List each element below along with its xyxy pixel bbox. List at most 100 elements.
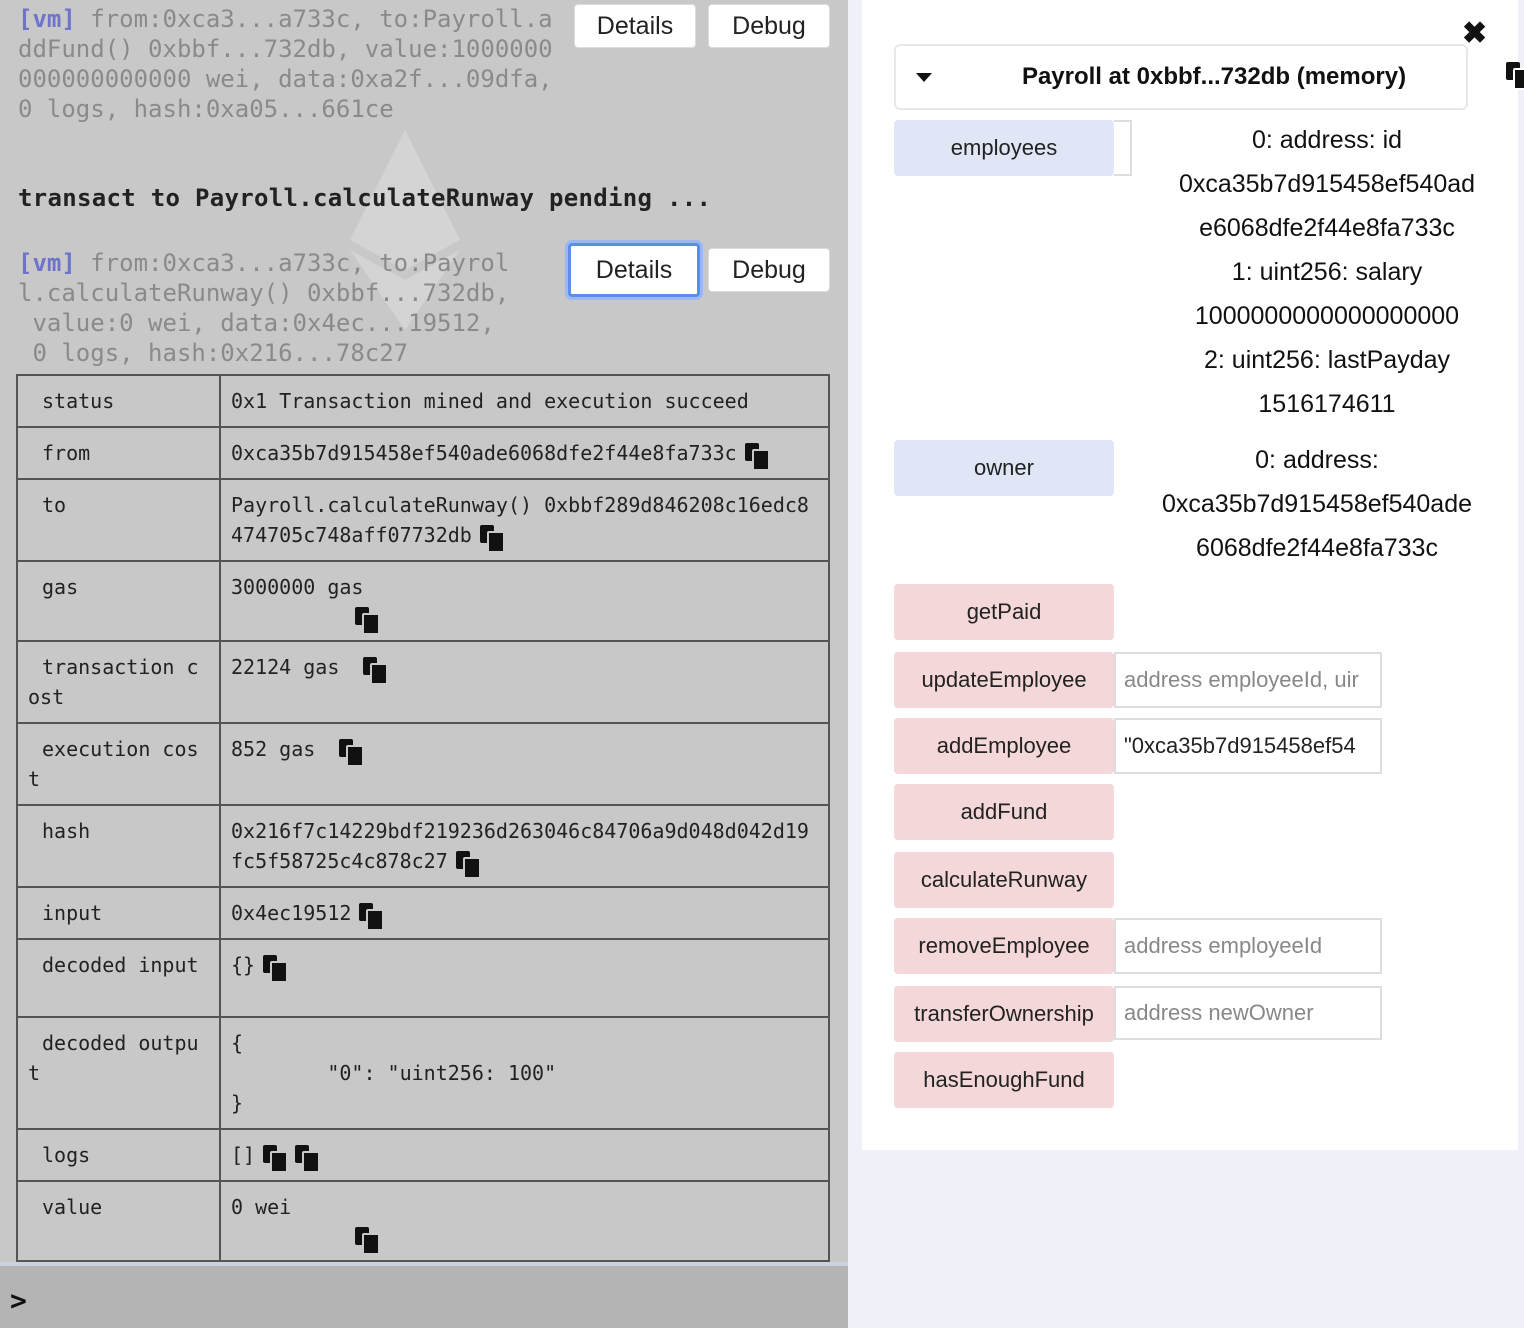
copy-icon[interactable] [455, 850, 481, 879]
addfund-button[interactable]: addFund [894, 784, 1114, 840]
row-value-cell: {} [219, 938, 830, 1018]
owner-result: 0: address: 0xca35b7d915458ef540ade 6068… [1142, 438, 1492, 570]
getpaid-button[interactable]: getPaid [894, 584, 1114, 640]
result-line: e6068dfe2f44e8fa733c [1199, 214, 1455, 242]
copy-icon[interactable] [339, 738, 365, 767]
row-key: decoded input [16, 938, 221, 1018]
copy-icon[interactable] [363, 656, 389, 685]
row-key: decoded output [16, 1016, 221, 1130]
details-button[interactable]: Details [568, 243, 700, 297]
copy-icon[interactable] [263, 1144, 289, 1173]
table-row: decoded output { "0": "uint256: 100"} [16, 1016, 830, 1130]
row-value-line: "0": "uint256: 100" [231, 1061, 557, 1085]
row-key: transaction cost [16, 640, 221, 724]
row-value-line: } [231, 1091, 244, 1115]
log-line-2: l.calculateRunway() 0xbbf...732db, [18, 279, 510, 307]
row-value-cell: 852 gas [219, 722, 830, 806]
row-value: [] [231, 1143, 256, 1167]
row-value-cell: 22124 gas [219, 640, 830, 724]
row-key: input [16, 886, 221, 940]
debug-button[interactable]: Debug [708, 4, 830, 48]
removeemployee-button[interactable]: removeEmployee [894, 918, 1114, 974]
terminal-input-bar[interactable]: > [0, 1262, 848, 1328]
row-value: Payroll.calculateRunway() 0xbbf289d84620… [231, 493, 809, 547]
table-row: status 0x1 Transaction mined and executi… [16, 374, 830, 428]
log-line-1: from:0xca3...a733c, to:Payrol [75, 249, 510, 277]
copy-icon[interactable] [263, 954, 289, 983]
copy-icon[interactable] [744, 442, 770, 471]
table-row: from 0xca35b7d915458ef540ade6068dfe2f44e… [16, 426, 830, 480]
row-value: 22124 gas [231, 655, 340, 679]
caret-down-icon[interactable] [916, 72, 932, 82]
row-value-cell: { "0": "uint256: 100"} [219, 1016, 830, 1130]
table-row: logs [] [16, 1128, 830, 1182]
row-key: hash [16, 804, 221, 888]
row-value: 0x4ec19512 [231, 901, 352, 925]
table-row: execution cost 852 gas [16, 722, 830, 806]
table-row: to Payroll.calculateRunway() 0xbbf289d84… [16, 478, 830, 562]
hasenoughfund-button[interactable]: hasEnoughFund [894, 1052, 1114, 1108]
instance-title: Payroll at 0xbbf...732db (memory) [1021, 63, 1407, 90]
table-row: input 0x4ec19512 [16, 886, 830, 940]
result-line: 6068dfe2f44e8fa733c [1196, 534, 1438, 562]
removeemployee-input[interactable]: address employeeId [1114, 918, 1382, 974]
updateemployee-button[interactable]: updateEmployee [894, 652, 1114, 708]
result-line: 0: address: [1255, 446, 1379, 474]
result-line: 2: uint256: lastPayday [1204, 346, 1450, 374]
row-value-cell: [] [219, 1128, 830, 1182]
transferownership-button[interactable]: transferOwnership [894, 986, 1114, 1042]
updateemployee-input[interactable]: address employeeId, uir [1114, 652, 1382, 708]
row-value: 0xca35b7d915458ef540ade6068dfe2f44e8fa73… [231, 441, 737, 465]
calculaterunway-button[interactable]: calculateRunway [894, 852, 1114, 908]
row-value: 852 gas [231, 737, 316, 761]
row-value-line: { [231, 1031, 244, 1055]
log-line-4: 0 logs, hash:0x216...78c27 [18, 339, 409, 367]
terminal-panel: [vm] from:0xca3...a733c, to:Payroll.addF… [0, 0, 848, 1328]
row-value: 3000000 gas [231, 575, 364, 599]
row-key: from [16, 426, 221, 480]
row-value-cell: Payroll.calculateRunway() 0xbbf289d84620… [219, 478, 830, 562]
details-button[interactable]: Details [574, 4, 696, 48]
debug-button[interactable]: Debug [708, 248, 830, 292]
transferownership-input[interactable]: address newOwner [1114, 986, 1382, 1040]
owner-button[interactable]: owner [894, 440, 1114, 496]
row-value-cell: 0x216f7c14229bdf219236d263046c84706a9d04… [219, 804, 830, 888]
row-value: 0x216f7c14229bdf219236d263046c84706a9d04… [231, 819, 809, 873]
table-row: transaction cost 22124 gas [16, 640, 830, 724]
addemployee-button[interactable]: addEmployee [894, 718, 1114, 774]
copy-icon[interactable] [479, 524, 505, 553]
copy-icon[interactable] [355, 1226, 380, 1255]
log-text: from:0xca3...a733c, to:Payroll.addFund()… [18, 5, 568, 123]
result-line: 1: uint256: salary [1231, 258, 1423, 286]
copy-icon[interactable] [295, 1144, 321, 1173]
employees-input[interactable] [1114, 120, 1132, 176]
row-key: value [16, 1180, 221, 1262]
copy-icon[interactable] [1506, 62, 1524, 90]
copy-icon[interactable] [359, 902, 385, 931]
vm-tag: [vm] [18, 249, 76, 277]
vm-tag: [vm] [18, 5, 76, 33]
table-row: decoded input {} [16, 938, 830, 1018]
prompt-symbol: > [10, 1284, 27, 1317]
result-line: 0: address: id [1251, 126, 1403, 154]
row-value-cell: 0 wei [219, 1180, 830, 1262]
copy-icon[interactable] [355, 606, 380, 635]
addemployee-input[interactable]: "0xca35b7d915458ef54 [1114, 718, 1382, 774]
deployed-contract-panel: ✖ Payroll at 0xbbf...732db (memory) empl… [862, 0, 1524, 1150]
log-line-3: value:0 wei, data:0x4ec...19512, [18, 309, 495, 337]
pending-message: transact to Payroll.calculateRunway pend… [18, 184, 712, 212]
row-value-cell: 3000000 gas [219, 560, 830, 642]
result-line: 1516174611 [1258, 390, 1396, 418]
row-key: logs [16, 1128, 221, 1182]
employees-button[interactable]: employees [894, 120, 1114, 176]
table-row: hash 0x216f7c14229bdf219236d263046c84706… [16, 804, 830, 888]
row-value-cell: 0xca35b7d915458ef540ade6068dfe2f44e8fa73… [219, 426, 830, 480]
table-row: gas 3000000 gas [16, 560, 830, 642]
result-line: 1000000000000000000 [1194, 302, 1460, 330]
transaction-details-table: status 0x1 Transaction mined and executi… [16, 374, 830, 1262]
instance-header[interactable]: Payroll at 0xbbf...732db (memory) [894, 44, 1468, 110]
result-line: 0xca35b7d915458ef540ad [1178, 170, 1476, 198]
table-row: value 0 wei [16, 1180, 830, 1262]
row-value-cell: 0x4ec19512 [219, 886, 830, 940]
employees-result: 0: address: id 0xca35b7d915458ef540ad e6… [1152, 118, 1502, 426]
